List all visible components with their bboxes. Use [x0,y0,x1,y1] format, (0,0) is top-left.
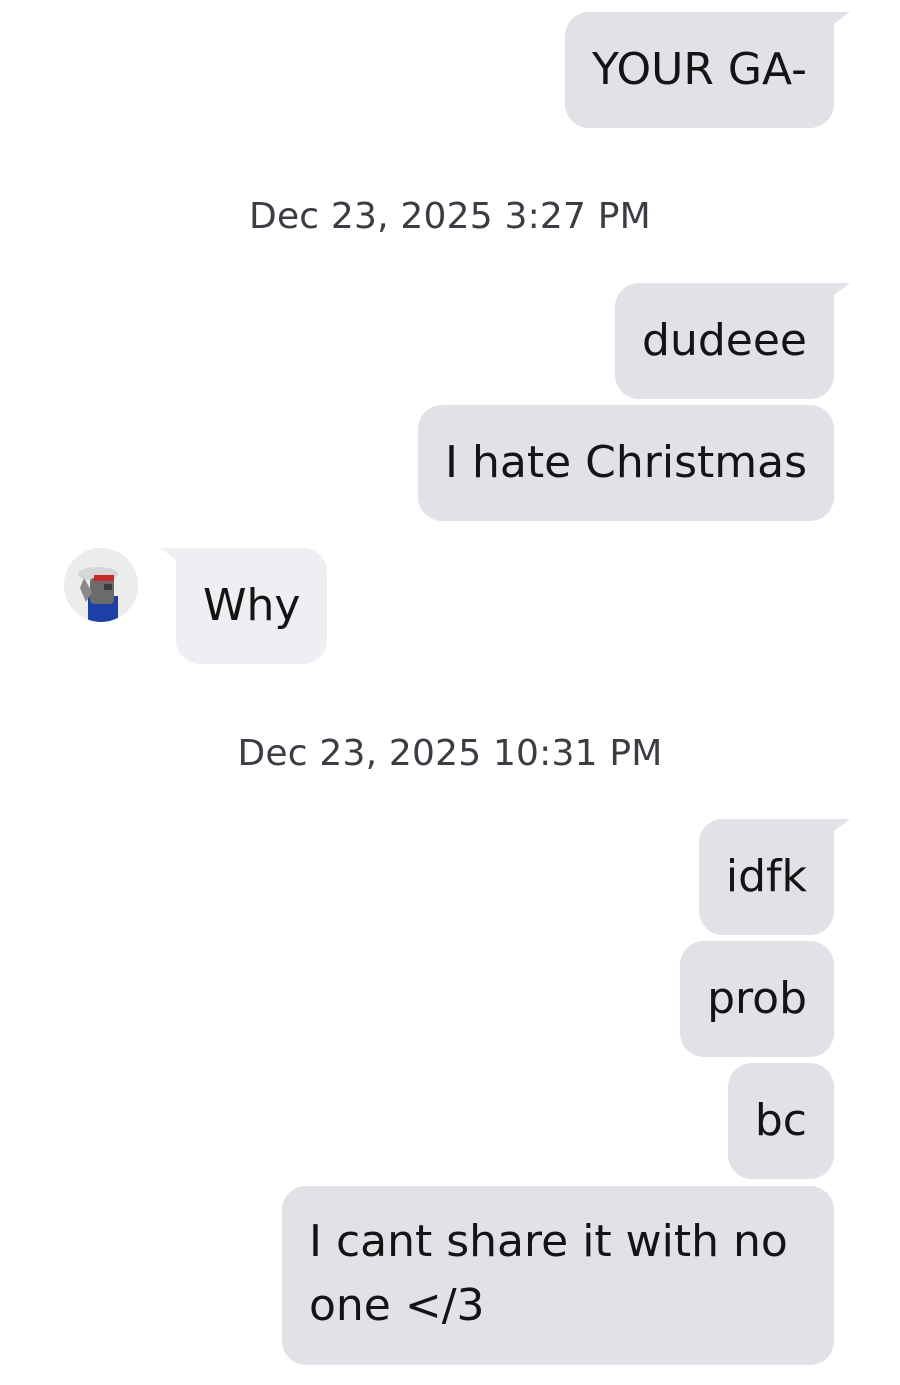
outgoing-message-bubble[interactable]: idfk [698,819,834,935]
incoming-message-bubble[interactable]: Why [176,548,328,664]
outgoing-message-bubble[interactable]: dudeee [615,283,834,399]
timestamp-separator: Dec 23, 2025 10:31 PM [237,733,663,774]
bubble-tail [834,12,850,24]
outgoing-message-bubble[interactable]: I hate Christmas [418,405,834,521]
timestamp-separator: Dec 23, 2025 3:27 PM [249,196,651,237]
contact-avatar[interactable] [64,548,138,622]
outgoing-message-bubble[interactable]: prob [680,941,834,1057]
outgoing-message-bubble[interactable]: I cant share it with no one </3 [282,1186,834,1365]
bubble-tail [160,548,176,560]
bubble-tail [834,819,850,831]
outgoing-message-bubble[interactable]: YOUR GA- [565,12,834,128]
roblox-avatar-icon [64,548,138,622]
message-thread[interactable]: YOUR GA- Dec 23, 2025 3:27 PM dudeee I h… [0,0,900,1385]
outgoing-message-bubble[interactable]: bc [727,1063,834,1179]
bubble-tail [834,283,850,295]
